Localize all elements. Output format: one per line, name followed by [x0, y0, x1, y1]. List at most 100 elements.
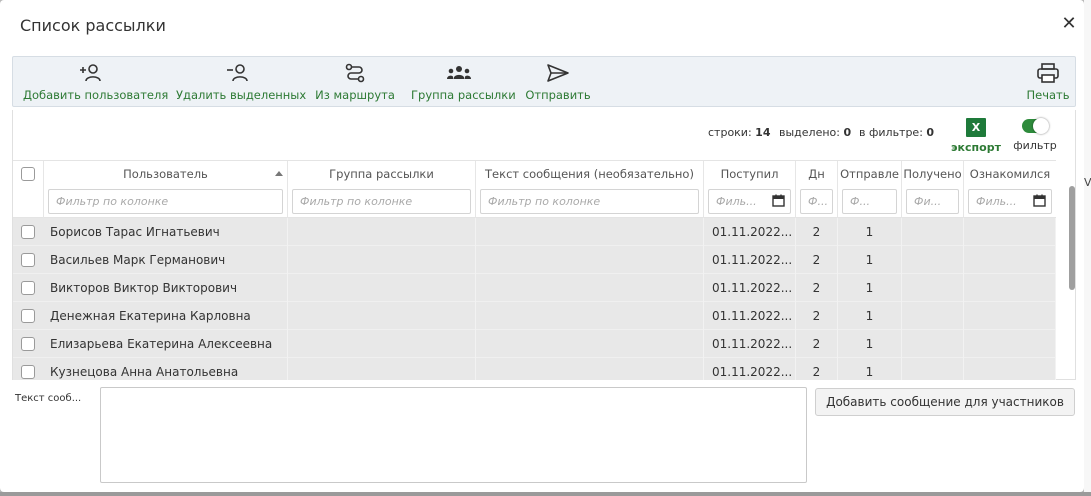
filter-input-sent[interactable]: Ф...	[842, 189, 897, 214]
row-checkbox[interactable]	[21, 225, 35, 239]
cell-days: 2	[796, 358, 838, 380]
background-edge-letter: V	[1084, 176, 1091, 189]
cell-got	[902, 246, 964, 274]
cell-read	[964, 358, 1056, 380]
row-checkbox[interactable]	[21, 309, 35, 323]
in-filter-value: 0	[926, 126, 935, 139]
cell-text	[476, 274, 704, 302]
cell-user: Кузнецова Анна Анатольевна	[50, 358, 288, 380]
table-row[interactable]: Кузнецова Анна Анатольевна 01.11.2022...…	[13, 358, 1056, 380]
cell-days: 2	[796, 218, 838, 246]
cell-read	[964, 302, 1056, 330]
column-header-received[interactable]: Поступил	[704, 167, 795, 181]
cell-got	[902, 302, 964, 330]
cell-user: Елизарьева Екатерина Алексеевна	[50, 330, 288, 358]
cell-read	[964, 246, 1056, 274]
add-message-button[interactable]: Добавить сообщение для участников	[815, 388, 1075, 416]
add-user-button[interactable]: Добавить пользователя	[23, 63, 168, 105]
sort-ascending-icon[interactable]	[275, 171, 283, 176]
column-sent: Отправле Ф...	[838, 161, 902, 219]
rows-label: строки:	[708, 126, 752, 139]
filter-input-days[interactable]: Ф...	[800, 189, 833, 214]
cell-group	[288, 330, 476, 358]
route-icon	[345, 63, 365, 83]
printer-icon	[1037, 63, 1059, 83]
rows-value: 14	[755, 126, 771, 139]
column-header-user[interactable]: Пользователь	[44, 167, 287, 181]
column-user: Пользователь Фильтр по колонке	[44, 161, 288, 219]
calendar-icon[interactable]	[1033, 194, 1046, 207]
table-row[interactable]: Борисов Тарас Игнатьевич 01.11.2022... 2…	[13, 218, 1056, 246]
cell-got	[902, 274, 964, 302]
export-button[interactable]: X экспорт	[951, 118, 1001, 154]
column-header-sent[interactable]: Отправле	[838, 167, 901, 181]
column-header-group[interactable]: Группа рассылки	[288, 167, 475, 181]
filter-input-group[interactable]: Фильтр по колонке	[292, 189, 471, 214]
row-checkbox[interactable]	[21, 337, 35, 351]
cell-text	[476, 246, 704, 274]
column-got: Получено Фи...	[902, 161, 964, 219]
column-header-read[interactable]: Ознакомился	[964, 167, 1056, 181]
table-row[interactable]: Денежная Екатерина Карловна 01.11.2022..…	[13, 302, 1056, 330]
mailing-group-button[interactable]: Группа рассылки	[411, 63, 516, 105]
column-text: Текст сообщения (необязательно) Фильтр п…	[476, 161, 704, 219]
column-header-got[interactable]: Получено	[902, 167, 963, 181]
filter-input-text[interactable]: Фильтр по колонке	[480, 189, 699, 214]
selected-value: 0	[843, 126, 852, 139]
cell-sent: 1	[838, 302, 902, 330]
toggle-switch-icon[interactable]	[1022, 118, 1049, 134]
select-all-checkbox[interactable]	[21, 167, 35, 181]
filter-input-got[interactable]: Фи...	[906, 189, 959, 214]
cell-sent: 1	[838, 246, 902, 274]
column-header-text[interactable]: Текст сообщения (необязательно)	[476, 167, 703, 181]
row-checkbox[interactable]	[21, 253, 35, 267]
table-row[interactable]: Васильев Марк Германович 01.11.2022... 2…	[13, 246, 1056, 274]
column-group: Группа рассылки Фильтр по колонке	[288, 161, 476, 219]
message-textarea[interactable]	[100, 387, 807, 483]
table-row[interactable]: Елизарьева Екатерина Алексеевна 01.11.20…	[13, 330, 1056, 358]
delete-selected-button[interactable]: Удалить выделенных	[176, 63, 306, 105]
calendar-icon[interactable]	[772, 194, 785, 207]
filter-read-placeholder: Филь...	[976, 195, 1017, 208]
vertical-scrollbar[interactable]	[1069, 186, 1075, 290]
mailing-list-dialog: Список рассылки ✕ Добавить пользователя …	[0, 0, 1084, 492]
cell-group	[288, 218, 476, 246]
cell-sent: 1	[838, 274, 902, 302]
from-route-button[interactable]: Из маршрута	[315, 63, 395, 105]
cell-user: Денежная Екатерина Карловна	[50, 302, 288, 330]
cell-text	[476, 302, 704, 330]
remove-user-icon	[227, 64, 248, 82]
cell-sent: 1	[838, 358, 902, 380]
excel-icon: X	[966, 118, 986, 137]
cell-sent: 1	[838, 330, 902, 358]
cell-days: 2	[796, 274, 838, 302]
rows-count: строки: 14	[708, 126, 770, 139]
grid-panel: строки: 14 выделено: 0 в фильтре: 0 X эк…	[12, 110, 1076, 380]
row-checkbox[interactable]	[21, 365, 35, 379]
column-header-days[interactable]: Дн	[796, 167, 837, 181]
cell-received: 01.11.2022...	[712, 302, 796, 330]
send-button[interactable]: Отправить	[525, 63, 591, 105]
message-text-label: Текст сооб...	[15, 393, 82, 404]
table-row[interactable]: Викторов Виктор Викторович 01.11.2022...…	[13, 274, 1056, 302]
print-button[interactable]: Печать	[1023, 63, 1073, 105]
selected-count: выделено: 0	[779, 126, 851, 139]
cell-user: Васильев Марк Германович	[50, 246, 288, 274]
group-icon	[447, 66, 471, 79]
cell-days: 2	[796, 330, 838, 358]
filter-toggle[interactable]: фильтр	[1011, 118, 1059, 152]
cell-received: 01.11.2022...	[712, 358, 796, 380]
cell-text	[476, 330, 704, 358]
cell-group	[288, 302, 476, 330]
dialog-title: Список рассылки	[20, 16, 166, 35]
cell-days: 2	[796, 246, 838, 274]
filter-input-received[interactable]: Филь...	[708, 189, 791, 214]
toolbar: Добавить пользователя Удалить выделенных…	[12, 56, 1076, 107]
cell-sent: 1	[838, 218, 902, 246]
cell-received: 01.11.2022...	[712, 218, 796, 246]
close-icon[interactable]: ✕	[1060, 15, 1078, 33]
cell-read	[964, 274, 1056, 302]
filter-input-user[interactable]: Фильтр по колонке	[48, 189, 283, 214]
filter-input-read[interactable]: Филь...	[968, 189, 1052, 214]
row-checkbox[interactable]	[21, 281, 35, 295]
